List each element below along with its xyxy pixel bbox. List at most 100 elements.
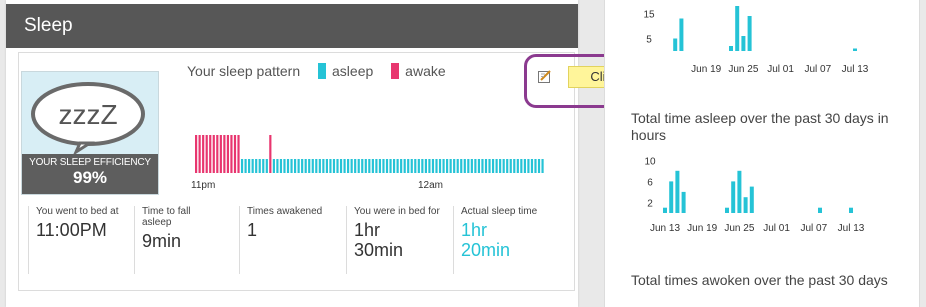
x-tick-label: Jul 07 bbox=[804, 64, 831, 75]
chart-bar bbox=[749, 186, 754, 213]
pattern-segment-asleep bbox=[435, 159, 438, 173]
asleep-swatch bbox=[318, 63, 327, 79]
pattern-segment-asleep bbox=[304, 159, 307, 173]
card-header: Sleep bbox=[6, 4, 578, 48]
pattern-segment-asleep bbox=[403, 159, 406, 173]
chart-bar bbox=[849, 207, 853, 213]
pattern-segment-asleep bbox=[431, 159, 435, 173]
stat-value: 1hr 30min bbox=[354, 220, 404, 260]
pattern-segment-asleep bbox=[456, 159, 459, 173]
pattern-segment-asleep bbox=[368, 159, 371, 173]
pattern-segment-asleep bbox=[378, 159, 382, 173]
pattern-segment-asleep bbox=[389, 159, 392, 173]
legend-awake-label: awake bbox=[405, 63, 446, 79]
pattern-segment-asleep bbox=[449, 159, 452, 173]
pattern-segment-asleep bbox=[318, 159, 321, 173]
x-tick-label: Jun 25 bbox=[728, 64, 758, 75]
stat-label: Actual sleep time bbox=[461, 206, 538, 217]
pattern-segment-asleep bbox=[506, 159, 509, 173]
pattern-segment-asleep bbox=[474, 159, 477, 173]
chart-bar bbox=[679, 18, 684, 51]
efficiency-box: YOUR SLEEP EFFICIENCY 99% bbox=[22, 154, 158, 194]
pattern-segment-asleep bbox=[410, 159, 413, 173]
pattern-segment-awake bbox=[198, 135, 201, 173]
x-tick-label: Jul 07 bbox=[800, 223, 827, 234]
y-tick-label: 6 bbox=[647, 177, 653, 188]
time-asleep-chart: 10 6 2 Jun 13 Jun 19 Jun 25 Jul 01 Jul 07 Jul 13 bbox=[644, 156, 864, 234]
card-title: Sleep bbox=[24, 15, 73, 36]
chart-bar bbox=[669, 181, 674, 213]
pattern-segment-awake bbox=[230, 135, 233, 173]
legend-title: Your sleep pattern bbox=[187, 63, 301, 79]
pattern-segment-asleep bbox=[297, 159, 300, 173]
pattern-segment-asleep bbox=[343, 159, 346, 173]
pattern-segment-asleep bbox=[442, 159, 445, 173]
sleep-trend-chart-top: 15 5 Jun 19 Jun 25 Jul 01 Jul 07 Jul 13 bbox=[643, 6, 869, 75]
y-tick-label: 10 bbox=[644, 156, 656, 167]
x-tick-label: Jun 13 bbox=[650, 223, 680, 234]
x-tick-label: Jul 01 bbox=[767, 64, 794, 75]
pattern-segment-asleep bbox=[336, 159, 339, 173]
pattern-segment-asleep bbox=[491, 159, 495, 173]
pencil-icon[interactable] bbox=[538, 70, 552, 83]
pattern-segment-asleep bbox=[308, 159, 311, 173]
sleep-pattern-legend: Your sleep pattern asleep awake bbox=[187, 63, 446, 79]
chart-bar bbox=[818, 207, 822, 213]
pattern-segment-asleep bbox=[513, 159, 516, 173]
pattern-segment-asleep bbox=[460, 159, 463, 173]
pattern-segment-asleep bbox=[276, 159, 279, 173]
pattern-segment-asleep bbox=[354, 159, 357, 173]
pattern-segment-asleep bbox=[424, 159, 427, 173]
pattern-segment-asleep bbox=[407, 159, 410, 173]
stat-time-in-bed: You were in bed for 1hr 30min bbox=[346, 206, 444, 274]
pattern-segment-asleep bbox=[446, 159, 449, 173]
stat-times-awakened: Times awakened 1 bbox=[239, 206, 337, 274]
sleep-efficiency-badge: zzzZ YOUR SLEEP EFFICIENCY 99% bbox=[21, 71, 159, 195]
pattern-segment-asleep bbox=[453, 159, 456, 173]
pattern-segment-asleep bbox=[240, 159, 244, 173]
pattern-segment-asleep bbox=[347, 159, 350, 173]
pattern-segment-asleep bbox=[371, 159, 374, 173]
stat-value: 9min bbox=[142, 231, 182, 251]
pattern-segment-asleep bbox=[428, 159, 431, 173]
pattern-segment-asleep bbox=[516, 159, 519, 173]
chart-bar bbox=[741, 36, 746, 51]
stat-value: 1hr 20min bbox=[461, 220, 511, 260]
pattern-segment-asleep bbox=[537, 159, 541, 173]
pattern-segment-asleep bbox=[499, 159, 502, 173]
pattern-segment-asleep bbox=[315, 159, 318, 173]
pattern-segment-asleep bbox=[417, 159, 420, 173]
stat-label: You were in bed for bbox=[354, 206, 440, 217]
pattern-segment-asleep bbox=[502, 159, 505, 173]
speech-bubble-icon: zzzZ bbox=[31, 82, 145, 156]
pattern-segment-asleep bbox=[364, 159, 367, 173]
stat-actual-sleep-time: Actual sleep time 1hr 20min bbox=[453, 206, 556, 274]
pattern-segment-asleep bbox=[375, 159, 378, 173]
y-tick-label: 2 bbox=[647, 198, 653, 209]
pattern-segment-asleep bbox=[311, 159, 314, 173]
pattern-segment-awake bbox=[195, 135, 198, 173]
chart-bar bbox=[663, 207, 667, 213]
pattern-segment-asleep bbox=[414, 159, 417, 173]
pattern-segment-asleep bbox=[248, 159, 251, 173]
pattern-segment-asleep bbox=[361, 159, 364, 173]
x-tick-label: Jun 19 bbox=[687, 223, 717, 234]
pattern-segment-awake bbox=[219, 135, 222, 173]
stat-label: Times awakened bbox=[247, 206, 323, 217]
pattern-segment-asleep bbox=[322, 159, 325, 173]
sleep-stats: You went to bed at 11:00PM Time to fall … bbox=[28, 206, 554, 276]
pattern-segment-asleep bbox=[495, 159, 498, 173]
pattern-segment-asleep bbox=[357, 159, 360, 173]
pattern-segment-awake bbox=[223, 135, 226, 173]
pattern-segment-asleep bbox=[286, 159, 290, 173]
pattern-segment-asleep bbox=[262, 159, 265, 173]
pattern-segment-asleep bbox=[396, 159, 399, 173]
pattern-segment-asleep bbox=[541, 159, 544, 173]
sleep-pattern-chart bbox=[195, 135, 544, 173]
pattern-segment-asleep bbox=[484, 159, 488, 173]
stat-bedtime: You went to bed at 11:00PM bbox=[28, 206, 126, 274]
chart-bar bbox=[675, 170, 680, 213]
pattern-segment-asleep bbox=[438, 159, 442, 173]
pattern-segment-asleep bbox=[421, 159, 424, 173]
pattern-segment-awake bbox=[212, 135, 215, 173]
